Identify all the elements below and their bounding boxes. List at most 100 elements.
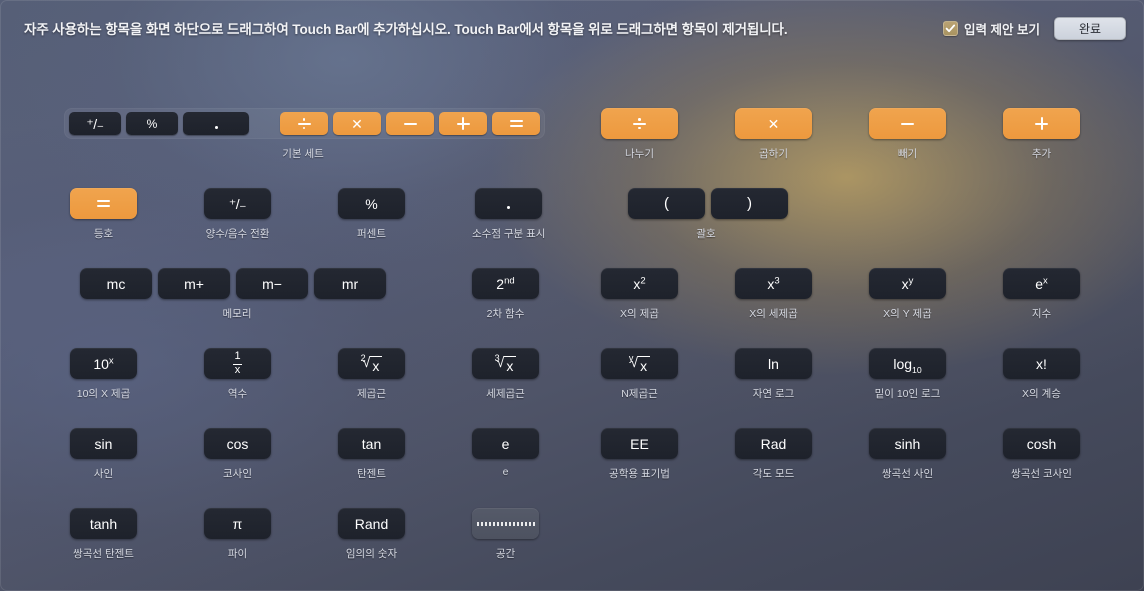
- button-label: Rad: [760, 435, 787, 452]
- close-paren-button[interactable]: ): [711, 188, 788, 219]
- memory-subtract-button[interactable]: m−: [236, 268, 308, 299]
- memory-add-button[interactable]: m+: [158, 268, 230, 299]
- factorial-button[interactable]: x! X의 계승: [1003, 348, 1080, 401]
- basic-set-group[interactable]: ⁺/₋% ✕ 기본 세트: [64, 108, 545, 160]
- sinh-button[interactable]: sinh 쌍곡선 사인: [869, 428, 946, 481]
- plus-icon: [456, 117, 470, 130]
- tanh-button[interactable]: tanh 쌍곡선 탄젠트: [70, 508, 137, 561]
- ten-to-x-button[interactable]: 10x 10의 X 제곱: [70, 348, 137, 401]
- e-constant-button-key[interactable]: e: [472, 428, 539, 459]
- basic-set-key[interactable]: ⁺/₋: [69, 112, 121, 135]
- plus-minus-icon: ⁺/₋: [86, 115, 104, 132]
- tan-button-key[interactable]: tan: [338, 428, 405, 459]
- open-paren-button[interactable]: (: [628, 188, 705, 219]
- memory-clear-button[interactable]: mc: [80, 268, 152, 299]
- button-label: π: [232, 515, 243, 532]
- button-label: tanh: [89, 515, 118, 532]
- square-root-button[interactable]: 2 √ x 제곱근: [338, 348, 405, 401]
- decimal-button-key[interactable]: [475, 188, 543, 219]
- checkbox-input[interactable]: [943, 20, 959, 36]
- e-to-x-button-key[interactable]: ex: [1003, 268, 1080, 299]
- log10-button-key[interactable]: log10: [869, 348, 946, 379]
- reciprocal-button-key[interactable]: 1x: [204, 348, 271, 379]
- checkmark-icon: [945, 24, 956, 32]
- basic-set-key[interactable]: [386, 112, 434, 135]
- done-button[interactable]: 완료: [1054, 16, 1126, 40]
- typing-suggestions-checkbox-row[interactable]: 입력 제안 보기: [943, 19, 1040, 38]
- ten-to-x-button-key[interactable]: 10x: [70, 348, 137, 379]
- second-function-button-key[interactable]: 2nd: [472, 268, 539, 299]
- random-button[interactable]: Rand 임의의 숫자: [338, 508, 405, 561]
- tan-button[interactable]: tan 탄젠트: [338, 428, 405, 481]
- rad-button[interactable]: Rad 각도 모드: [735, 428, 812, 481]
- second-function-icon: 2nd: [496, 274, 515, 292]
- basic-set-key[interactable]: [492, 112, 540, 135]
- random-button-key[interactable]: Rand: [338, 508, 405, 539]
- memory-recall-button[interactable]: mr: [314, 268, 386, 299]
- equals-button[interactable]: 등호: [70, 188, 137, 241]
- natural-log-button-key[interactable]: ln: [735, 348, 812, 379]
- sin-button[interactable]: sin 사인: [70, 428, 137, 481]
- factorial-button-key[interactable]: x!: [1003, 348, 1080, 379]
- add-button[interactable]: 추가: [1003, 108, 1080, 161]
- percent-button-key[interactable]: %: [338, 188, 405, 219]
- button-caption: 괄호: [696, 228, 716, 240]
- ee-button-key[interactable]: EE: [601, 428, 678, 459]
- add-button-key[interactable]: [1003, 108, 1080, 139]
- x-cubed-button[interactable]: x3 X의 세제곱: [735, 268, 812, 321]
- square-root-icon: 2 √ x: [361, 353, 383, 373]
- second-function-button[interactable]: 2nd 2차 함수: [472, 268, 539, 321]
- e-to-x-button[interactable]: ex 지수: [1003, 268, 1080, 321]
- cube-root-button[interactable]: 3 √ x 세제곱근: [472, 348, 539, 401]
- x-squared-button-key[interactable]: x2: [601, 268, 678, 299]
- tanh-button-key[interactable]: tanh: [70, 508, 137, 539]
- rad-button-key[interactable]: Rad: [735, 428, 812, 459]
- decimal-point-icon: [214, 126, 218, 129]
- basic-set-key[interactable]: [439, 112, 487, 135]
- x-squared-button[interactable]: x2 X의 제곱: [601, 268, 678, 321]
- basic-set-touchbar-preview[interactable]: ⁺/₋% ✕: [64, 108, 545, 139]
- square-root-button-key[interactable]: 2 √ x: [338, 348, 405, 379]
- cosh-button[interactable]: cosh 쌍곡선 코사인: [1003, 428, 1080, 481]
- button-label: ln: [768, 355, 779, 372]
- log10-button[interactable]: log10 밑이 10인 로그: [869, 348, 946, 401]
- sign-toggle-button[interactable]: ⁺/₋ 양수/음수 전환: [204, 188, 271, 241]
- divide-button-key[interactable]: [601, 108, 678, 139]
- natural-log-button[interactable]: ln 자연 로그: [735, 348, 812, 401]
- button-label: m−: [262, 275, 282, 292]
- decimal-button[interactable]: 소수점 구분 표시: [472, 188, 545, 241]
- memory-group[interactable]: mc m+ m− mr 메모리: [80, 268, 386, 320]
- subtract-button-key[interactable]: [869, 108, 946, 139]
- subtract-button[interactable]: 빼기: [869, 108, 946, 161]
- pi-button-key[interactable]: π: [204, 508, 271, 539]
- space-button-key[interactable]: [472, 508, 539, 539]
- x-cubed-button-key[interactable]: x3: [735, 268, 812, 299]
- equals-button-key[interactable]: [70, 188, 137, 219]
- basic-set-key[interactable]: ✕: [333, 112, 381, 135]
- ee-button[interactable]: EE 공학용 표기법: [601, 428, 678, 481]
- multiply-button[interactable]: ✕ 곱하기: [735, 108, 812, 161]
- multiply-button-key[interactable]: ✕: [735, 108, 812, 139]
- decimal-point-icon: [507, 206, 511, 209]
- space-button[interactable]: 공간: [472, 508, 539, 561]
- nth-root-button[interactable]: y √ x N제곱근: [601, 348, 678, 401]
- parentheses-group[interactable]: () 괄호: [628, 188, 788, 240]
- cos-button-key[interactable]: cos: [204, 428, 271, 459]
- basic-set-key[interactable]: %: [126, 112, 178, 135]
- e-constant-button[interactable]: ee: [472, 428, 539, 478]
- divide-button[interactable]: 나누기: [601, 108, 678, 161]
- x-to-y-button-key[interactable]: xy: [869, 268, 946, 299]
- pi-button[interactable]: π 파이: [204, 508, 271, 561]
- x-to-y-button[interactable]: xy X의 Y 제곱: [869, 268, 946, 321]
- percent-button[interactable]: % 퍼센트: [338, 188, 405, 241]
- sin-button-key[interactable]: sin: [70, 428, 137, 459]
- sinh-button-key[interactable]: sinh: [869, 428, 946, 459]
- cosh-button-key[interactable]: cosh: [1003, 428, 1080, 459]
- reciprocal-button[interactable]: 1 x 역수: [204, 348, 271, 401]
- cube-root-button-key[interactable]: 3 √ x: [472, 348, 539, 379]
- nth-root-button-key[interactable]: y √ x: [601, 348, 678, 379]
- cos-button[interactable]: cos 코사인: [204, 428, 271, 481]
- sign-toggle-button-key[interactable]: ⁺/₋: [204, 188, 271, 219]
- basic-set-key[interactable]: [280, 112, 328, 135]
- basic-set-key[interactable]: [183, 112, 249, 135]
